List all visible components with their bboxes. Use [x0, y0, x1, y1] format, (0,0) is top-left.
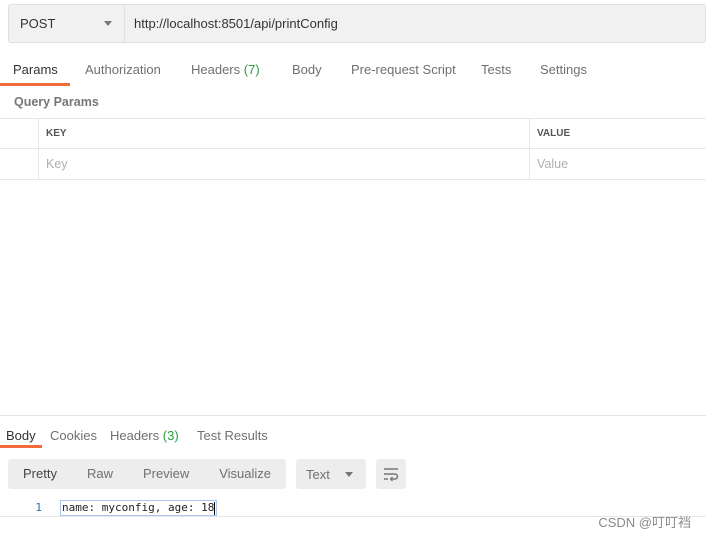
tab-params[interactable]: Params	[13, 56, 58, 86]
tab-headers[interactable]: Headers (7)	[191, 56, 260, 86]
table-header-row: KEY VALUE	[0, 118, 706, 149]
pane-divider[interactable]	[0, 415, 706, 416]
code-line: name: myconfig, age: 18	[60, 500, 218, 516]
tab-authorization[interactable]: Authorization	[85, 56, 161, 86]
key-input[interactable]: Key	[39, 149, 530, 179]
response-toolbar: Pretty Raw Preview Visualize Text	[8, 459, 407, 489]
tab-prerequest-script[interactable]: Pre-request Script	[351, 56, 456, 86]
table-row: Key Value	[0, 149, 706, 180]
url-text: http://localhost:8501/api/printConfig	[134, 16, 338, 31]
preview-button[interactable]: Preview	[128, 459, 204, 489]
tab-prerequest-label: Pre-request Script	[351, 62, 456, 77]
wrap-lines-button[interactable]	[376, 459, 407, 489]
tab-cookies-label: Cookies	[50, 428, 97, 443]
chevron-down-icon	[345, 471, 354, 477]
view-mode-group: Pretty Raw Preview Visualize	[8, 459, 287, 489]
row-handle-cell	[0, 119, 39, 148]
wrap-lines-icon	[384, 468, 399, 482]
tab-response-headers-count: (3)	[162, 428, 179, 443]
tab-test-results-label: Test Results	[197, 428, 268, 443]
tab-tests[interactable]: Tests	[481, 56, 511, 86]
column-header-key: KEY	[39, 119, 530, 148]
request-tabs: Params Authorization Headers (7) Body Pr…	[0, 56, 706, 86]
query-params-title: Query Params	[14, 95, 99, 109]
format-select[interactable]: Text	[296, 459, 367, 489]
url-input[interactable]: http://localhost:8501/api/printConfig	[125, 5, 705, 42]
tab-settings[interactable]: Settings	[540, 56, 587, 86]
pretty-button[interactable]: Pretty	[8, 459, 72, 489]
tab-body-label: Body	[292, 62, 322, 77]
method-select[interactable]: POST	[9, 5, 125, 42]
tab-response-underline	[0, 445, 42, 448]
tab-active-underline	[0, 83, 70, 86]
text-cursor	[214, 501, 216, 515]
tab-params-label: Params	[13, 62, 58, 77]
tab-tests-label: Tests	[481, 62, 512, 77]
tab-response-body-label: Body	[6, 428, 36, 443]
column-header-value: VALUE	[537, 128, 571, 139]
tab-response-headers-label: Headers	[110, 428, 160, 443]
value-input[interactable]: Value	[530, 149, 706, 179]
code-line-text: name: myconfig, age: 18	[62, 501, 215, 514]
row-checkbox-cell	[0, 149, 39, 179]
line-number: 1	[35, 501, 42, 514]
tab-response-headers[interactable]: Headers (3)	[110, 422, 179, 452]
visualize-button[interactable]: Visualize	[204, 459, 286, 489]
chevron-down-icon	[104, 21, 112, 26]
request-url-bar: POST http://localhost:8501/api/printConf…	[8, 4, 706, 43]
tab-body[interactable]: Body	[292, 56, 322, 86]
format-label: Text	[306, 466, 330, 482]
tab-settings-label: Settings	[540, 62, 587, 77]
watermark: CSDN @叮叮裆	[598, 515, 691, 530]
raw-button[interactable]: Raw	[72, 459, 128, 489]
tab-headers-count: (7)	[243, 62, 260, 77]
tab-authorization-label: Authorization	[85, 62, 161, 77]
tab-test-results[interactable]: Test Results	[197, 422, 268, 452]
tab-cookies[interactable]: Cookies	[50, 422, 97, 452]
method-label: POST	[20, 16, 56, 31]
query-params-table: KEY VALUE Key Value	[0, 118, 706, 180]
response-tabs: Body Cookies Headers (3) Test Results	[0, 422, 706, 450]
tab-headers-label: Headers	[191, 62, 241, 77]
